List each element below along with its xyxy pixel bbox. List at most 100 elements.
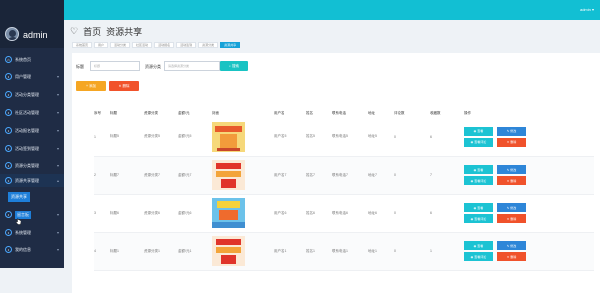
tab-resource-category[interactable]: 资源分类 <box>198 42 219 48</box>
cell-title: 标题5 <box>110 134 119 139</box>
nav-community-activity[interactable]: • 社区活动管理 ▾ <box>0 106 64 119</box>
cell-amount: 金额/元1 <box>178 248 192 253</box>
cover-image <box>212 121 245 152</box>
view-comments-button[interactable]: ◉ 查看评论 <box>464 214 493 223</box>
trash-icon: ✕ <box>506 140 510 145</box>
cell-title: 标题7 <box>110 172 119 177</box>
view-comments-button[interactable]: ◉ 查看评论 <box>464 252 493 261</box>
nav-activity-checkin[interactable]: • 活动签到管理 ▾ <box>0 142 64 155</box>
col-username: 用户名 <box>274 110 285 115</box>
cell-phone: 联系电话5 <box>332 134 348 139</box>
user-menu[interactable]: admin ▾ <box>580 7 594 12</box>
eye-icon: ◉ <box>473 243 477 248</box>
cell-phone: 联系电话6 <box>332 210 348 215</box>
cell-no: 2 <box>94 173 96 177</box>
page-title: ♡ 首页 资源共享 <box>70 25 142 38</box>
add-button[interactable]: + 添加 <box>76 81 106 91</box>
tab-activity-category[interactable]: 活动分类 <box>110 42 131 48</box>
cell-ops: ◉ 查看 ✎ 修改 ◉ 查看评论 ✕ 删除 <box>464 232 594 270</box>
col-name: 姓名 <box>306 110 313 115</box>
cover-image <box>212 198 245 228</box>
col-phone: 联系电话 <box>332 110 346 115</box>
nav-users[interactable]: • 用户管理 ▾ <box>0 70 64 83</box>
cell-username: 用户名5 <box>274 134 287 139</box>
table-row: 1 标题5 资源分类5 金额/元5 用户名5 姓名5 联系电话5 地址5 0 6… <box>94 118 594 156</box>
cell-favs: 1 <box>430 249 432 253</box>
nav-message-board[interactable]: • 留言板 ▾ <box>0 208 64 221</box>
nav-resource-share[interactable]: • 资源共享管理 ▴ <box>0 174 64 187</box>
cell-amount: 金额/元7 <box>178 172 192 177</box>
edit-button[interactable]: ✎ 修改 <box>497 241 526 250</box>
search-button[interactable]: ⌕ 搜索 <box>220 61 248 71</box>
cell-comments: 0 <box>394 249 396 253</box>
tab-home[interactable]: 系统首页 <box>72 42 93 48</box>
view-button[interactable]: ◉ 查看 <box>464 126 493 136</box>
view-comments-button[interactable]: ◉ 查看评论 <box>464 137 493 147</box>
tab-activity-checkin[interactable]: 活动签到 <box>176 42 197 48</box>
chevron-up-icon: ▴ <box>56 178 59 183</box>
cell-name: 姓名6 <box>306 210 315 215</box>
nav-label: 用户管理 <box>15 73 31 79</box>
view-comments-button[interactable]: ◉ 查看评论 <box>464 176 493 185</box>
view-button[interactable]: ◉ 查看 <box>464 241 493 250</box>
cell-phone: 联系电话7 <box>332 172 348 177</box>
view-label: 查看 <box>477 167 484 172</box>
comment-label: 查看评论 <box>474 254 487 259</box>
user-name: admin <box>579 7 591 12</box>
nav-activity-signup[interactable]: • 活动报名管理 ▾ <box>0 124 64 137</box>
col-cover: 封面 <box>212 110 219 115</box>
home-icon: ⌂ <box>5 56 12 63</box>
table-row: 4 标题1 资源分类1 金额/元1 用户名1 姓名1 联系电话1 地址1 0 1… <box>94 232 594 270</box>
tab-activity-signup[interactable]: 活动报名 <box>154 42 175 48</box>
breadcrumb-home[interactable]: 首页 <box>83 25 101 38</box>
cell-cover <box>212 156 274 194</box>
main-area: ♡ 首页 资源共享 系统首页 用户 活动分类 社区活动 活动报名 活动签到 资源… <box>64 20 600 293</box>
col-ops: 操作 <box>464 110 471 115</box>
delete-button-label: 删除 <box>122 83 130 88</box>
col-favs: 收藏数 <box>430 110 441 115</box>
edit-button[interactable]: ✎ 修改 <box>497 165 526 174</box>
delete-button[interactable]: ✕ 删除 <box>497 137 526 147</box>
batch-delete-button[interactable]: ✕ 删除 <box>109 81 139 91</box>
delete-button[interactable]: ✕ 删除 <box>497 176 526 185</box>
nav-label: 资源分类管理 <box>15 162 39 168</box>
view-button[interactable]: ◉ 查看 <box>464 203 493 212</box>
nav-resource-category[interactable]: • 资源分类管理 ▾ <box>0 159 64 172</box>
title-input[interactable]: 标题 <box>90 61 140 71</box>
sub-nav-resource-share[interactable]: 资源共享 <box>8 192 30 202</box>
search-button-label: 搜索 <box>231 63 239 68</box>
col-category: 资源分类 <box>144 110 158 115</box>
nav-home[interactable]: ⌂ 系统首页 <box>0 53 64 66</box>
tab-resource-share[interactable]: 资源共享 <box>220 42 241 48</box>
cover-image <box>212 236 245 266</box>
delete-button[interactable]: ✕ 删除 <box>497 252 526 261</box>
comment-label: 查看评论 <box>474 216 487 221</box>
share-icon: • <box>5 177 12 184</box>
eye-icon: ◉ <box>473 129 477 134</box>
col-amount: 金额/元 <box>178 110 190 115</box>
chevron-down-icon: ▾ <box>56 163 59 168</box>
cell-name: 姓名5 <box>306 134 315 139</box>
cell-phone: 联系电话1 <box>332 248 348 253</box>
chevron-down-icon: ▾ <box>56 110 59 115</box>
cell-username: 用户名1 <box>274 248 287 253</box>
view-label: 查看 <box>477 243 484 248</box>
nav-activity-category[interactable]: • 活动分类管理 ▾ <box>0 88 64 101</box>
category-select[interactable]: 请选择资源分类 <box>164 61 220 71</box>
cell-address: 地址1 <box>368 248 377 253</box>
nav-system[interactable]: • 系统管理 ▾ <box>0 226 64 239</box>
cell-ops: ◉ 查看 ✎ 修改 ◉ 查看评论 ✕ 删除 <box>464 118 594 156</box>
tab-users[interactable]: 用户 <box>94 42 109 48</box>
edit-button[interactable]: ✎ 修改 <box>497 203 526 212</box>
col-no: 序号 <box>94 110 101 115</box>
nav-label: 系统管理 <box>15 229 31 235</box>
delete-button[interactable]: ✕ 删除 <box>497 214 526 223</box>
nav-label: 活动分类管理 <box>15 91 39 97</box>
view-button[interactable]: ◉ 查看 <box>464 165 493 174</box>
cell-comments: 0 <box>394 134 396 139</box>
edit-button[interactable]: ✎ 修改 <box>497 126 526 136</box>
message-icon: • <box>5 211 12 218</box>
remove-label: 删除 <box>510 178 517 183</box>
tab-community-activity[interactable]: 社区活动 <box>132 42 153 48</box>
nav-profile[interactable]: • 我的信息 ▾ <box>0 243 64 256</box>
